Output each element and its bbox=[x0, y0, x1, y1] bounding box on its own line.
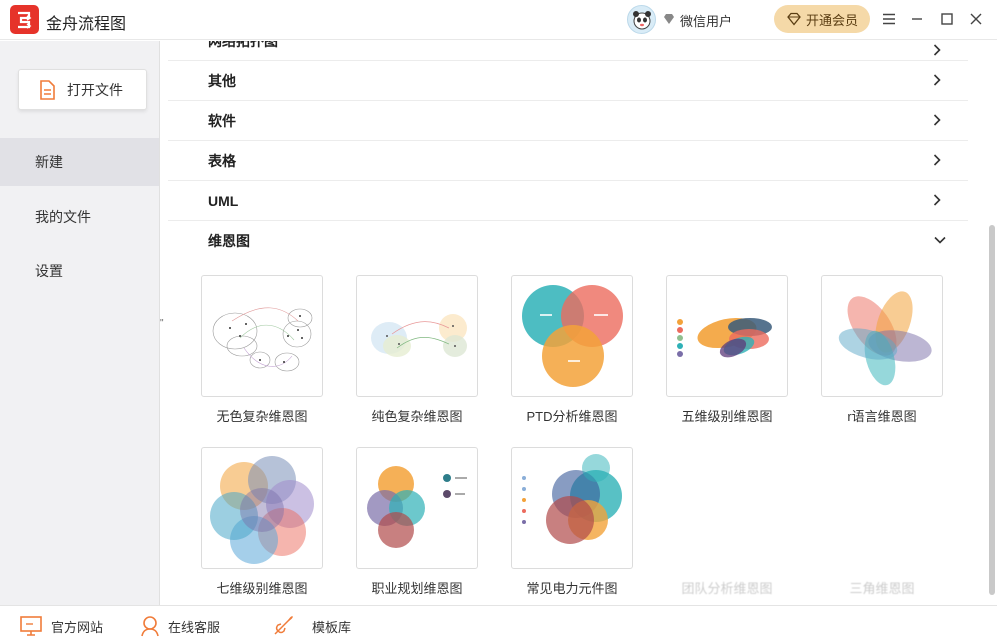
hamburger-icon[interactable] bbox=[878, 8, 900, 30]
template-thumbnail bbox=[201, 447, 323, 569]
template-label: 职业规划维恩图 bbox=[371, 581, 463, 596]
online-support-link[interactable]: 在线客服 bbox=[140, 614, 220, 638]
user-icon bbox=[141, 616, 159, 637]
template-thumbnail bbox=[356, 275, 478, 397]
template-thumbnail bbox=[356, 447, 478, 569]
sidebar-item-new[interactable]: 新建 bbox=[0, 138, 159, 186]
open-vip-label: 开通会员 bbox=[805, 12, 858, 28]
open-file-label: 打开文件 bbox=[67, 81, 123, 98]
rocket-icon bbox=[274, 616, 293, 635]
template-label: 五维级别维恩图 bbox=[681, 409, 773, 424]
template-card[interactable]: 纯色复杂维恩图 bbox=[356, 275, 478, 425]
support-label: 在线客服 bbox=[168, 619, 221, 635]
template-thumbnail bbox=[511, 447, 633, 569]
template-card[interactable]: 常见电力元件图 bbox=[511, 447, 633, 597]
template-card[interactable]: 五维级别维恩图 bbox=[666, 275, 788, 425]
file-icon bbox=[40, 79, 55, 100]
template-label: 常见电力元件图 bbox=[526, 581, 618, 596]
app-title: 金舟流程图 bbox=[46, 16, 127, 33]
template-card[interactable]: 三角维恩图 bbox=[821, 447, 943, 597]
sidebar-item-label: 设置 bbox=[35, 263, 63, 279]
official-website-link[interactable]: 官方网站 bbox=[19, 614, 103, 638]
category-row-other[interactable]: 其他 bbox=[168, 61, 968, 101]
template-label: 无色复杂维恩图 bbox=[216, 409, 308, 424]
sidebar-item-settings[interactable]: 设置 bbox=[0, 247, 159, 295]
template-thumbnail bbox=[666, 275, 788, 397]
maximize-icon[interactable] bbox=[936, 8, 958, 30]
library-label: 模板库 bbox=[312, 619, 352, 635]
template-thumbnail bbox=[666, 447, 788, 569]
category-label: 表格 bbox=[208, 152, 236, 169]
category-label: UML bbox=[208, 192, 239, 209]
flowchart-logo-icon bbox=[10, 5, 39, 34]
diamond-icon bbox=[787, 12, 801, 26]
panda-avatar-icon[interactable] bbox=[627, 5, 656, 34]
template-card[interactable]: 团队分析维恩图 bbox=[666, 447, 788, 597]
template-thumbnail bbox=[821, 275, 943, 397]
sidebar: 打开文件 新建 我的文件 设置 bbox=[0, 41, 160, 605]
bottom-bar: 官方网站 在线客服 模板库 bbox=[0, 605, 997, 644]
template-label: 三角维恩图 bbox=[849, 581, 915, 596]
template-library-link[interactable]: 模板库 bbox=[272, 614, 351, 638]
sidebar-item-label: 我的文件 bbox=[35, 209, 91, 225]
minimize-icon[interactable] bbox=[906, 8, 928, 30]
template-label: r语言维恩图 bbox=[847, 409, 917, 424]
open-file-button[interactable]: 打开文件 bbox=[18, 69, 147, 110]
template-thumbnail bbox=[201, 275, 323, 397]
sidebar-collapse-handle[interactable]: " bbox=[160, 318, 164, 329]
template-thumbnail bbox=[511, 275, 633, 397]
title-bar: 金舟流程图 微信用户 开通会员 bbox=[0, 0, 997, 40]
scrollbar[interactable] bbox=[989, 225, 995, 595]
chevron-right-icon bbox=[933, 194, 941, 206]
category-row-venn[interactable]: 维恩图 bbox=[168, 221, 968, 261]
close-icon[interactable] bbox=[965, 8, 987, 30]
sidebar-item-my-files[interactable]: 我的文件 bbox=[0, 193, 159, 241]
template-label: 团队分析维恩图 bbox=[681, 581, 773, 596]
template-card[interactable]: 无色复杂维恩图 bbox=[201, 275, 323, 425]
category-label: 维恩图 bbox=[208, 233, 250, 249]
template-label: 七维级别维恩图 bbox=[216, 581, 308, 596]
category-row-table[interactable]: 表格 bbox=[168, 141, 968, 181]
diamond-icon bbox=[662, 12, 676, 31]
template-label: 纯色复杂维恩图 bbox=[371, 409, 463, 424]
sidebar-item-label: 新建 bbox=[35, 154, 63, 170]
chevron-right-icon bbox=[933, 114, 941, 126]
monitor-icon bbox=[20, 616, 42, 636]
category-row-network[interactable]: 网络拓扑图 bbox=[168, 41, 968, 61]
template-card[interactable]: 七维级别维恩图 bbox=[201, 447, 323, 597]
template-card[interactable]: PTD分析维恩图 bbox=[511, 275, 633, 425]
category-label: 软件 bbox=[208, 112, 236, 129]
template-thumbnail bbox=[821, 447, 943, 569]
template-card[interactable]: 职业规划维恩图 bbox=[356, 447, 478, 597]
template-label: PTD分析维恩图 bbox=[526, 409, 618, 424]
chevron-down-icon bbox=[934, 236, 946, 244]
category-row-software[interactable]: 软件 bbox=[168, 101, 968, 141]
template-card[interactable]: r语言维恩图 bbox=[821, 275, 943, 425]
website-label: 官方网站 bbox=[51, 619, 104, 635]
chevron-right-icon bbox=[933, 44, 941, 56]
user-name[interactable]: 微信用户 bbox=[680, 11, 732, 30]
chevron-right-icon bbox=[933, 154, 941, 166]
category-row-uml[interactable]: UML bbox=[168, 181, 968, 221]
open-vip-button[interactable]: 开通会员 bbox=[774, 5, 870, 33]
main-content: 网络拓扑图 其他 软件 表格 UML 维恩图 bbox=[168, 41, 988, 605]
app-window: 金舟流程图 微信用户 开通会员 打开文件 新建 我的文件 设置 " 其他 软件 … bbox=[0, 0, 997, 644]
category-label: 网络拓扑图 bbox=[208, 41, 278, 51]
chevron-right-icon bbox=[933, 74, 941, 86]
category-label: 其他 bbox=[208, 72, 236, 89]
